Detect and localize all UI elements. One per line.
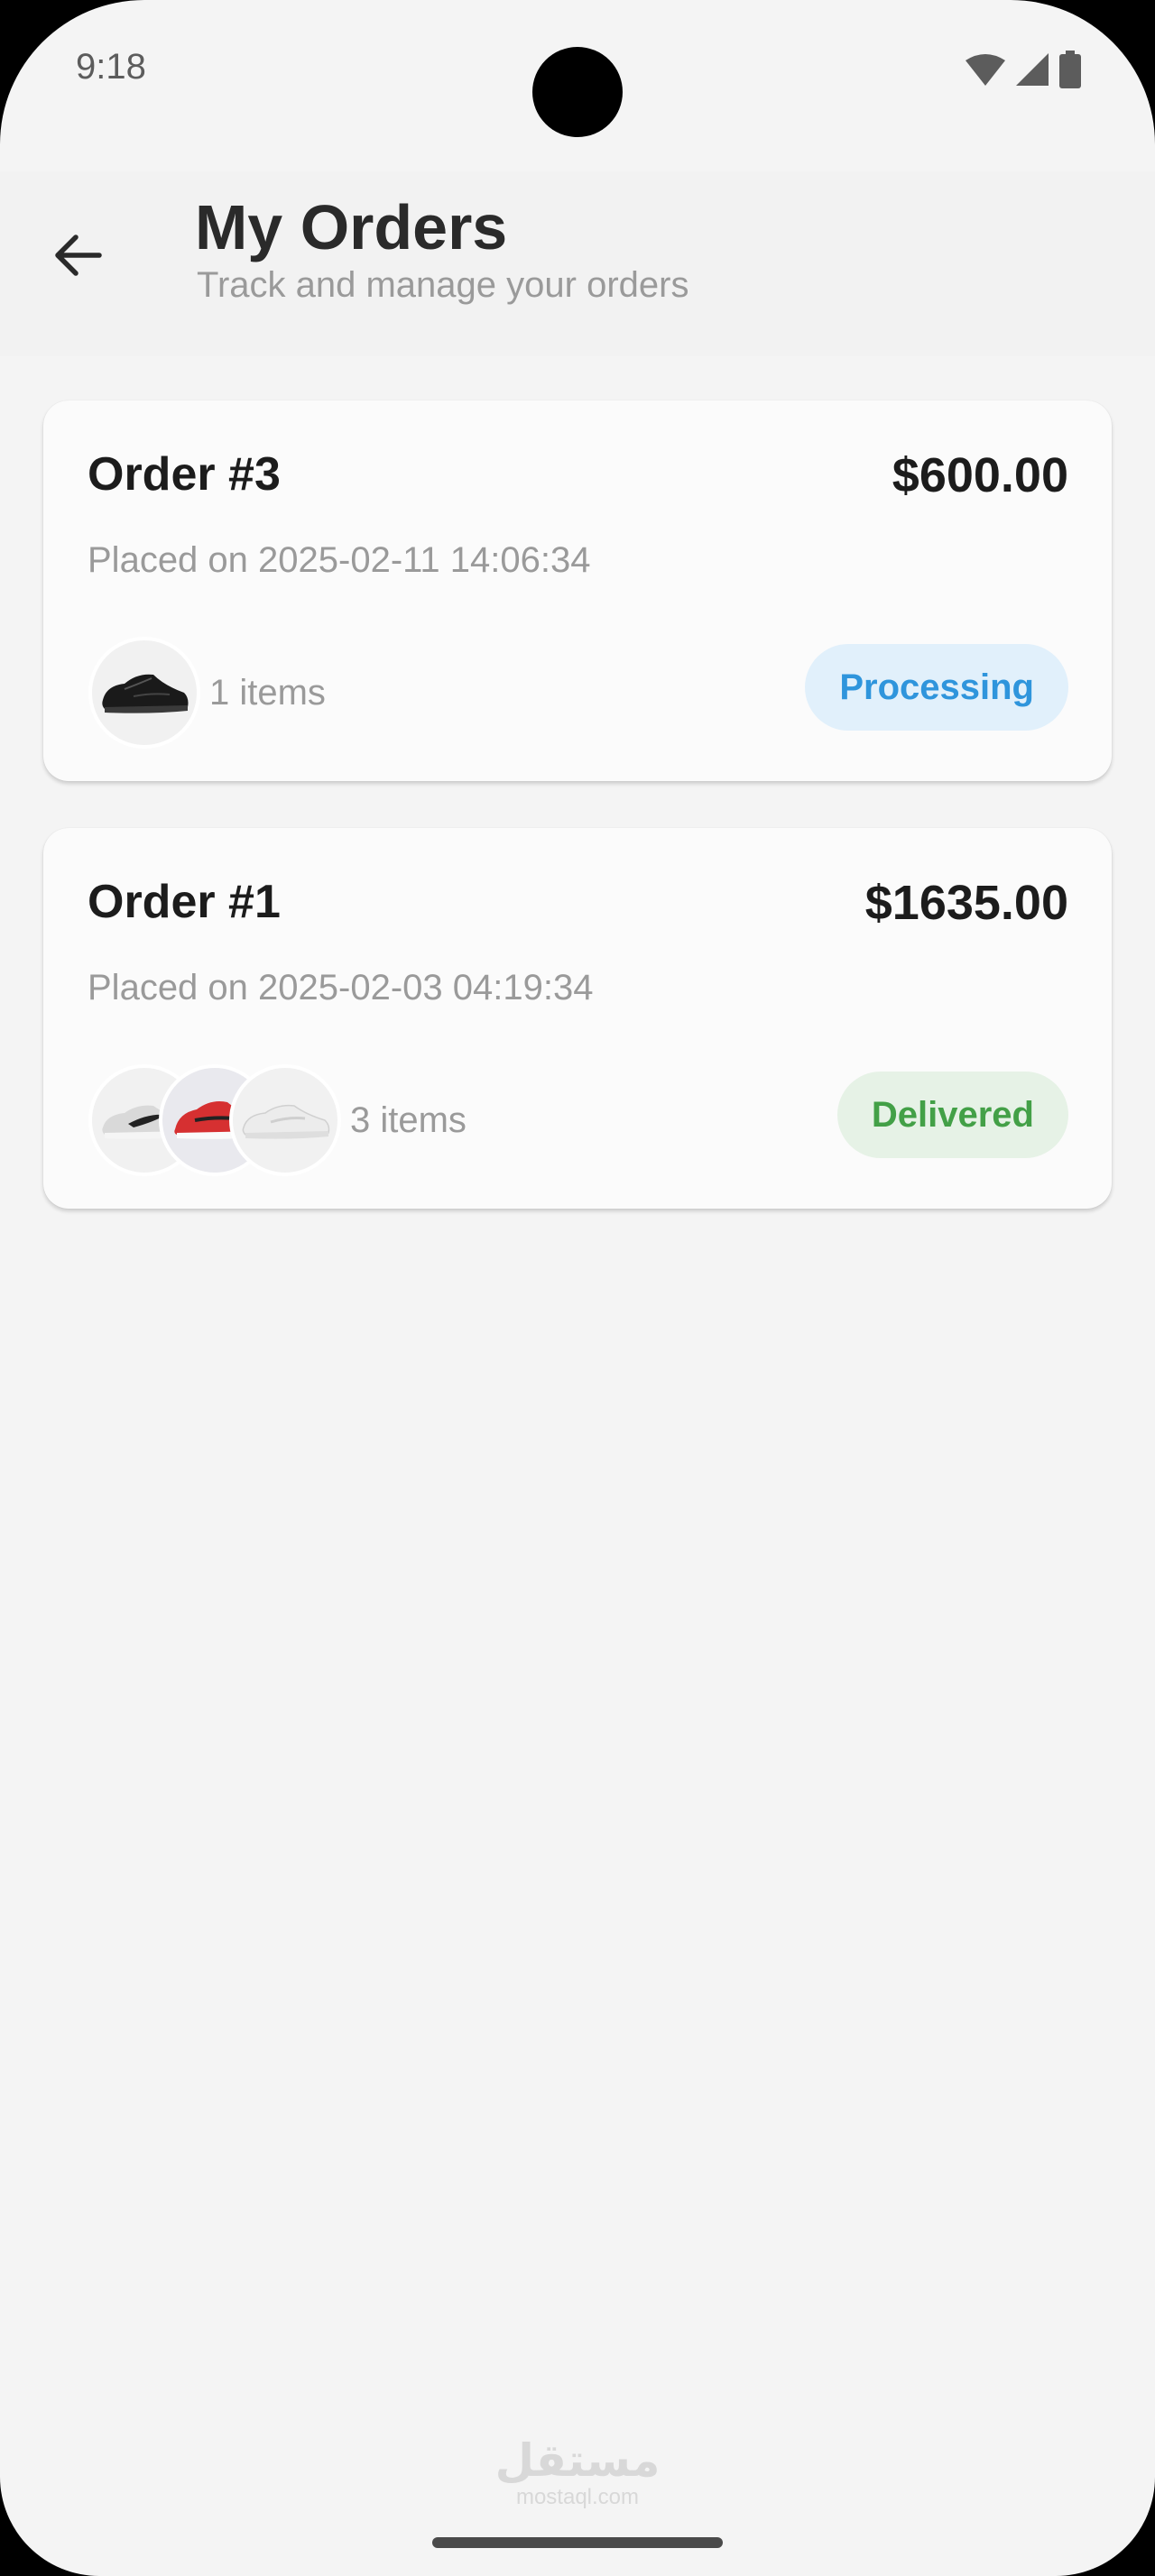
status-badge: Processing <box>805 644 1068 731</box>
home-indicator[interactable] <box>432 2537 723 2548</box>
status-badge: Delivered <box>836 1072 1068 1158</box>
signal-icon <box>1016 53 1049 90</box>
arrow-left-icon <box>52 233 103 282</box>
phone-screen: 9:18 My Orders Track and manage your ord… <box>0 0 1155 2576</box>
order-total: $600.00 <box>892 448 1068 502</box>
status-icons <box>966 51 1081 93</box>
product-thumbnails: 3 items <box>88 1064 467 1176</box>
black-sneaker-image <box>88 637 200 749</box>
order-total: $1635.00 <box>864 876 1068 930</box>
order-id: Order #1 <box>88 876 281 928</box>
product-thumbnails: 1 items <box>88 637 326 749</box>
watermark-text: مستقل <box>494 2435 661 2486</box>
order-card[interactable]: Order #3 $600.00 Placed on 2025-02-11 14… <box>43 400 1112 781</box>
items-count: 1 items <box>209 672 326 713</box>
watermark-url: mostaql.com <box>515 2485 640 2509</box>
watermark-logo: مستقل mostaql.com <box>0 2435 1155 2509</box>
page-title: My Orders <box>195 192 508 262</box>
wifi-icon <box>966 53 1005 90</box>
order-date: Placed on 2025-02-03 04:19:34 <box>88 968 594 1007</box>
app-header: My Orders Track and manage your orders <box>0 171 1155 356</box>
order-card[interactable]: Order #1 $1635.00 Placed on 2025-02-03 0… <box>43 828 1112 1209</box>
order-id: Order #3 <box>88 448 281 501</box>
page-subtitle: Track and manage your orders <box>197 265 689 305</box>
front-camera <box>532 47 623 137</box>
items-count: 3 items <box>350 1099 467 1140</box>
battery-icon <box>1059 51 1081 93</box>
status-time: 9:18 <box>76 47 146 87</box>
white-sneaker-image <box>229 1064 341 1176</box>
order-date: Placed on 2025-02-11 14:06:34 <box>88 540 591 580</box>
back-button[interactable] <box>42 221 114 293</box>
